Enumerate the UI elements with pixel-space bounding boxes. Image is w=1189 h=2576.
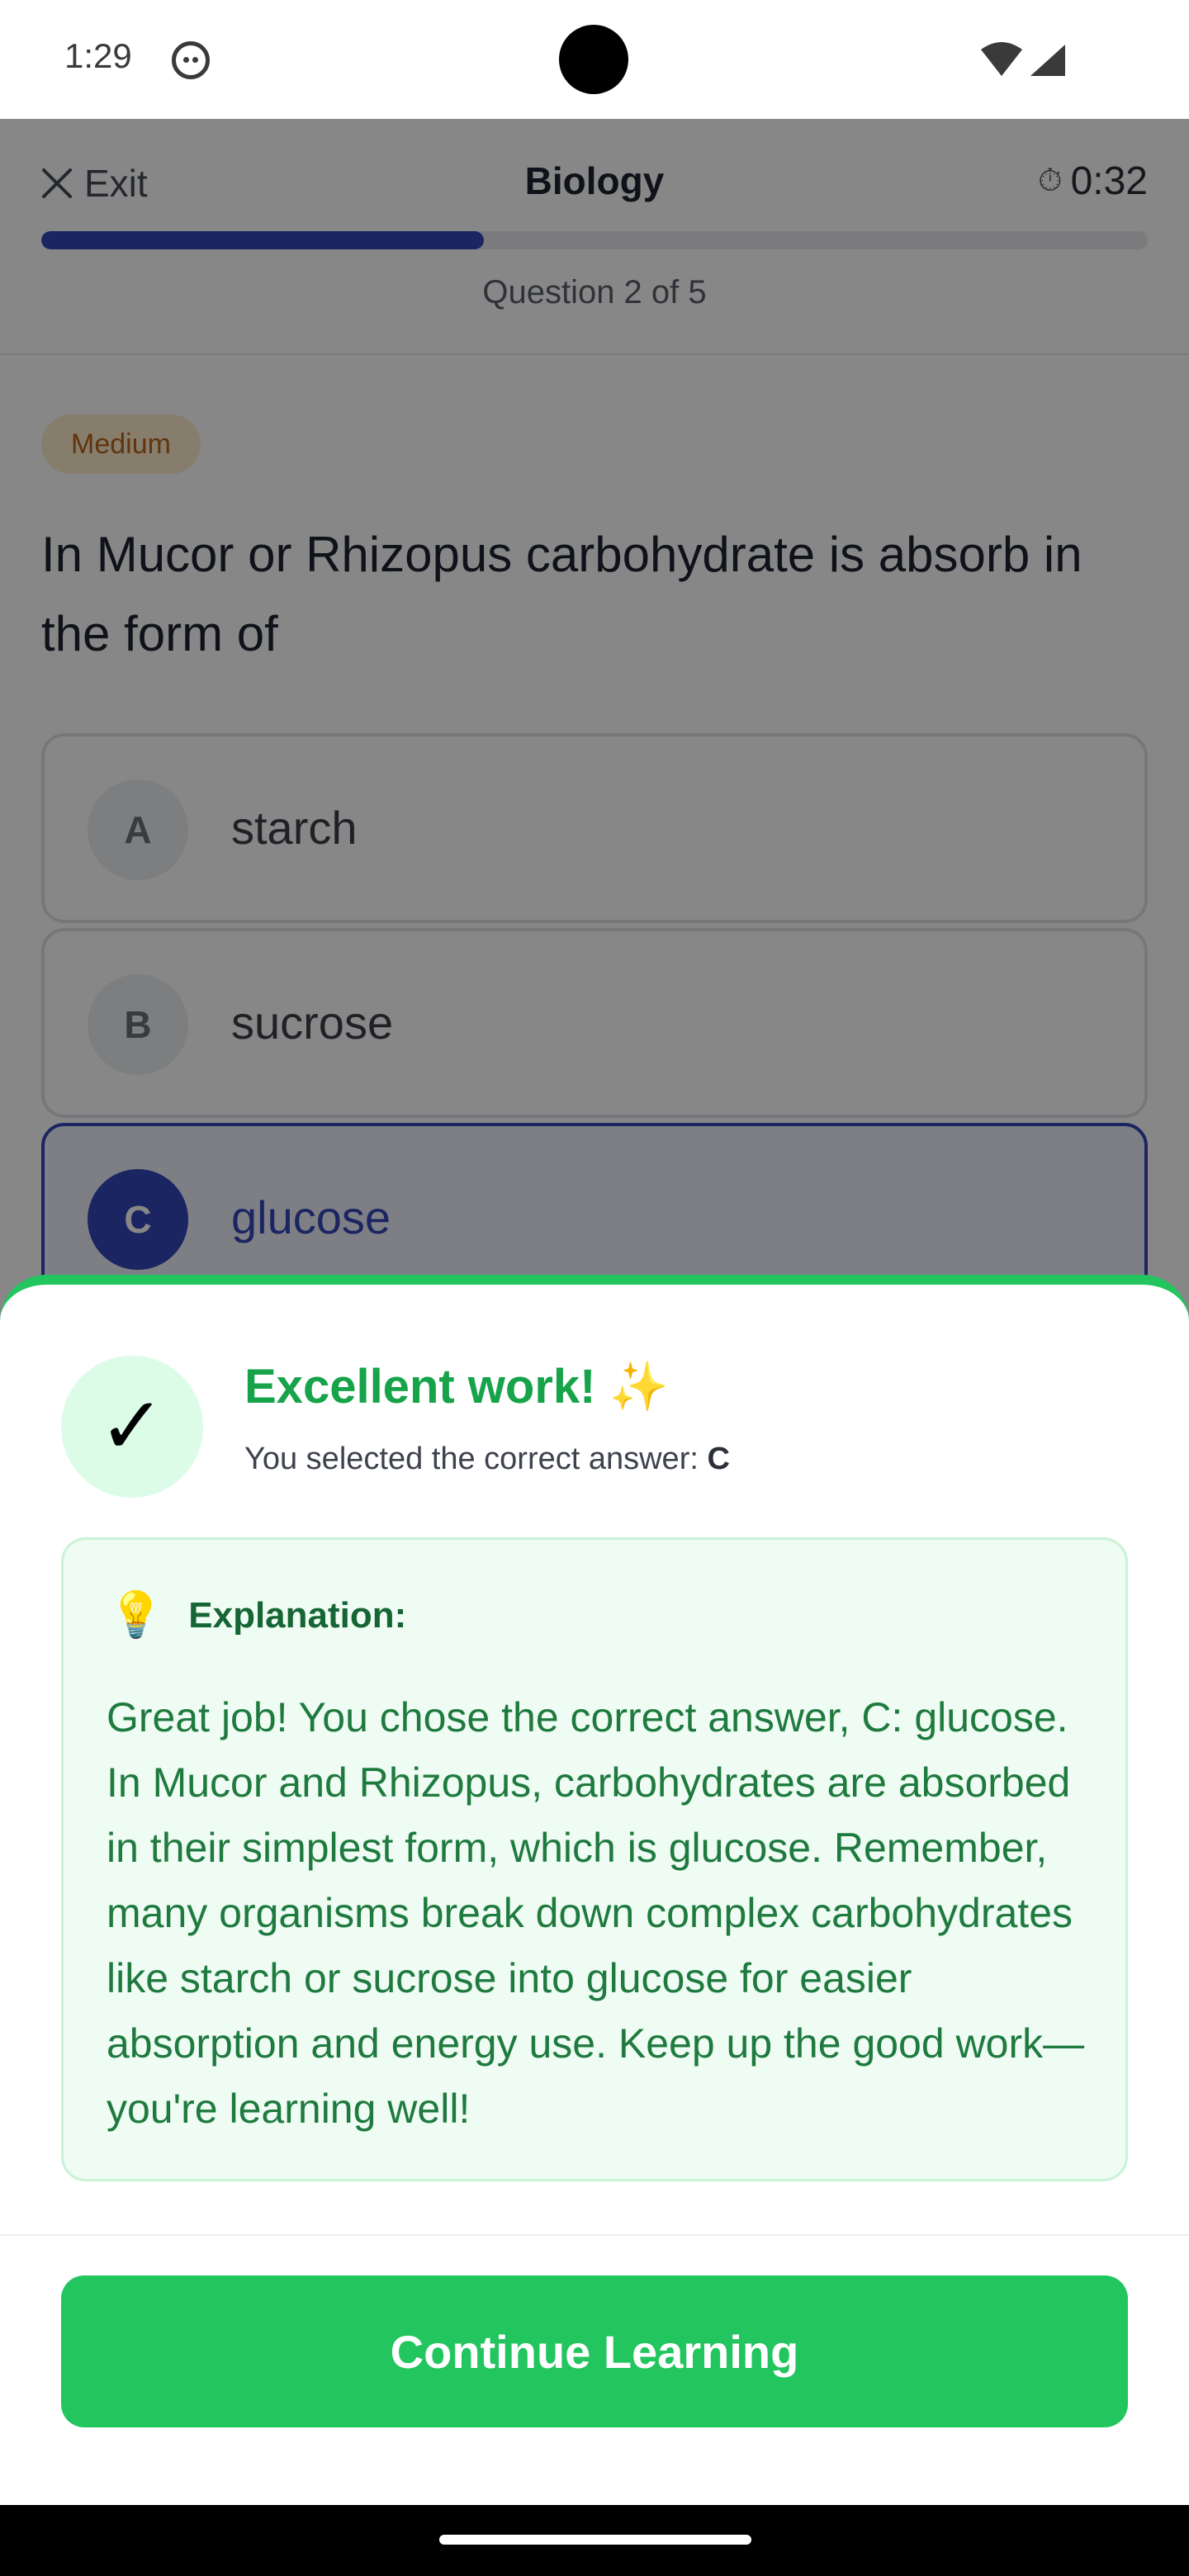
sheet-divider [0,2234,1189,2236]
feedback-subtitle-text: You selected the correct answer: [244,1442,708,1476]
sparkle-icon: ✨ [609,1360,669,1413]
feedback-bottom-sheet: ✓ Excellent work! ✨ You selected the cor… [0,1275,1189,2505]
explanation-label: Explanation: [188,1594,407,1636]
explanation-header: 💡 Explanation: [108,1589,406,1641]
lightbulb-icon: 💡 [108,1590,164,1640]
success-badge: ✓ [61,1356,203,1498]
continue-learning-button[interactable]: Continue Learning [61,2275,1128,2427]
explanation-box: 💡 Explanation: Great job! You chose the … [61,1537,1128,2181]
status-bar: 1:29 [0,0,1189,119]
cellular-signal-icon [1030,45,1065,76]
feedback-title-text: Excellent work! [244,1360,596,1413]
explanation-text: Great job! You chose the correct answer,… [107,1694,1085,2132]
feedback-title: Excellent work! ✨ [244,1359,669,1415]
home-gesture-handle[interactable] [439,2535,751,2545]
selected-answer-letter: C [707,1442,730,1476]
wifi-icon [981,42,1022,76]
app-notification-icon [172,41,210,79]
camera-cutout [559,25,628,94]
feedback-subtitle: You selected the correct answer: C [244,1442,730,1477]
system-navigation-bar [0,2505,1189,2576]
check-icon: ✓ [98,1382,166,1470]
status-time: 1:29 [64,36,132,75]
